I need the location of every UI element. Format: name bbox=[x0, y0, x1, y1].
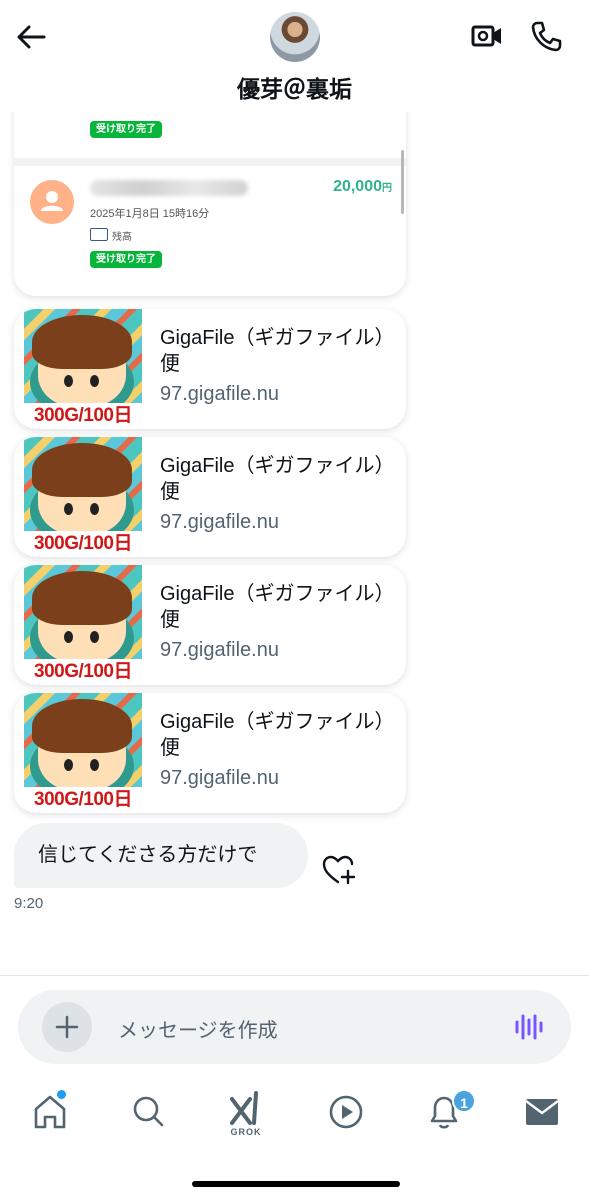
link-card[interactable]: 300G/100日 GigaFile（ギガファイル）便 97.gigafile.… bbox=[14, 693, 406, 813]
plus-icon bbox=[55, 1015, 79, 1039]
add-media-button[interactable] bbox=[42, 1002, 92, 1052]
home-notification-dot bbox=[57, 1090, 66, 1099]
link-title: GigaFile（ギガファイル）便 bbox=[160, 455, 385, 503]
link-title: GigaFile（ギガファイル）便 bbox=[160, 583, 385, 631]
search-icon[interactable] bbox=[126, 1087, 170, 1137]
notification-count-badge: 1 bbox=[452, 1089, 476, 1113]
blurred-sender-name bbox=[90, 180, 248, 196]
link-title: GigaFile（ギガファイル）便 bbox=[160, 711, 385, 759]
video-play-icon[interactable] bbox=[324, 1087, 368, 1137]
voice-message-icon[interactable] bbox=[513, 1012, 545, 1042]
message-composer[interactable]: メッセージを作成 bbox=[18, 990, 571, 1064]
link-domain: 97.gigafile.nu bbox=[160, 767, 279, 789]
link-card[interactable]: 300G/100日 GigaFile（ギガファイル）便 97.gigafile.… bbox=[14, 309, 406, 429]
thumbnail-label: 300G/100日 bbox=[24, 531, 142, 557]
link-domain: 97.gigafile.nu bbox=[160, 639, 279, 661]
divider bbox=[14, 158, 406, 166]
balance-label: 残高 bbox=[112, 232, 132, 243]
add-reaction-icon[interactable] bbox=[322, 854, 356, 886]
status-badge: 受け取り完了 bbox=[90, 121, 162, 138]
thumbnail-label: 300G/100日 bbox=[24, 403, 142, 429]
arrow-left-icon[interactable] bbox=[14, 20, 48, 54]
contact-name[interactable]: 優芽＠裏垢 bbox=[0, 70, 589, 104]
bottom-navigation bbox=[0, 1087, 589, 1147]
divider bbox=[0, 975, 589, 976]
mail-icon[interactable] bbox=[520, 1087, 564, 1137]
status-badge: 受け取り完了 bbox=[90, 251, 162, 268]
payment-amount: 20,000円 bbox=[333, 178, 392, 195]
scrollbar[interactable] bbox=[401, 150, 404, 214]
phone-icon[interactable] bbox=[528, 18, 564, 54]
home-indicator[interactable] bbox=[192, 1181, 400, 1187]
link-domain: 97.gigafile.nu bbox=[160, 511, 279, 533]
gigafile-thumbnail: 300G/100日 bbox=[24, 437, 142, 557]
wallet-icon bbox=[90, 228, 108, 241]
chat-header: 優芽＠裏垢 bbox=[0, 0, 589, 112]
video-call-icon[interactable] bbox=[469, 18, 505, 54]
gigafile-thumbnail: 300G/100日 bbox=[24, 309, 142, 429]
link-title: GigaFile（ギガファイル）便 bbox=[160, 327, 385, 375]
link-card[interactable]: 300G/100日 GigaFile（ギガファイル）便 97.gigafile.… bbox=[14, 565, 406, 685]
gigafile-thumbnail: 300G/100日 bbox=[24, 693, 142, 813]
thumbnail-label: 300G/100日 bbox=[24, 659, 142, 685]
link-domain: 97.gigafile.nu bbox=[160, 383, 279, 405]
contact-avatar[interactable] bbox=[270, 12, 320, 62]
gigafile-thumbnail: 300G/100日 bbox=[24, 565, 142, 685]
message-input[interactable]: メッセージを作成 bbox=[118, 1014, 278, 1043]
link-card[interactable]: 300G/100日 GigaFile（ギガファイル）便 97.gigafile.… bbox=[14, 437, 406, 557]
message-time: 9:20 bbox=[14, 895, 44, 912]
payment-history-card[interactable]: 受け取り完了 20,000円 2025年1月8日 15時16分 残高 受け取り完… bbox=[14, 88, 406, 296]
thumbnail-label: 300G/100日 bbox=[24, 787, 142, 813]
grok-label: GROK bbox=[230, 1127, 262, 1137]
person-icon bbox=[41, 191, 63, 211]
payment-date: 2025年1月8日 15時16分 bbox=[90, 208, 210, 220]
message-bubble[interactable]: 信じてくださる方だけで bbox=[14, 823, 308, 888]
sender-avatar bbox=[30, 180, 74, 224]
